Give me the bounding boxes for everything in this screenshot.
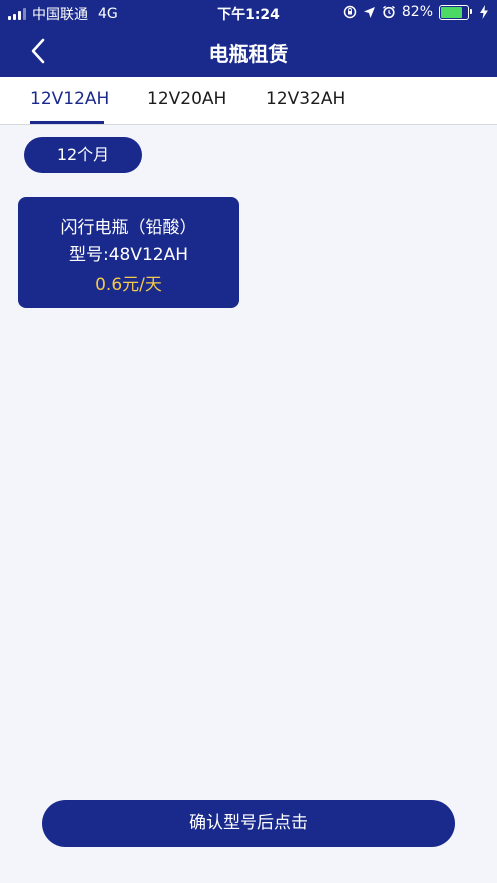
- status-right: 82%: [343, 4, 489, 20]
- alarm-clock-icon: [382, 5, 395, 19]
- model-tabs: 12V12AH 12V20AH 12V32AH: [0, 77, 497, 125]
- product-card[interactable]: 闪行电瓶（铅酸） 型号:48V12AH 0.6元/天: [18, 197, 239, 308]
- product-price: 0.6元/天: [95, 275, 162, 295]
- tab-12v32ah[interactable]: 12V32AH: [266, 89, 345, 109]
- status-bar: 中国联通 4G 下午1:24 82%: [0, 0, 497, 26]
- period-option-12-months[interactable]: 12个月: [24, 137, 142, 173]
- battery-icon: [439, 4, 472, 20]
- page-title: 电瓶租赁: [208, 42, 289, 66]
- product-name: 闪行电瓶（铅酸）: [60, 218, 197, 238]
- confirm-button[interactable]: 确认型号后点击: [42, 800, 455, 847]
- active-tab-indicator: [30, 121, 104, 124]
- orientation-lock-icon: [343, 5, 357, 19]
- tab-12v20ah[interactable]: 12V20AH: [147, 89, 226, 109]
- nav-bar: 电瓶租赁: [0, 26, 497, 77]
- tab-12v12ah[interactable]: 12V12AH: [30, 89, 109, 109]
- charging-bolt-icon: [480, 5, 488, 19]
- product-model: 型号:48V12AH: [68, 245, 189, 265]
- location-arrow-icon: [363, 6, 375, 18]
- battery-fill: [441, 6, 463, 18]
- battery-percent: 82%: [401, 4, 433, 20]
- header: 中国联通 4G 下午1:24 82% 电瓶租赁: [0, 0, 497, 77]
